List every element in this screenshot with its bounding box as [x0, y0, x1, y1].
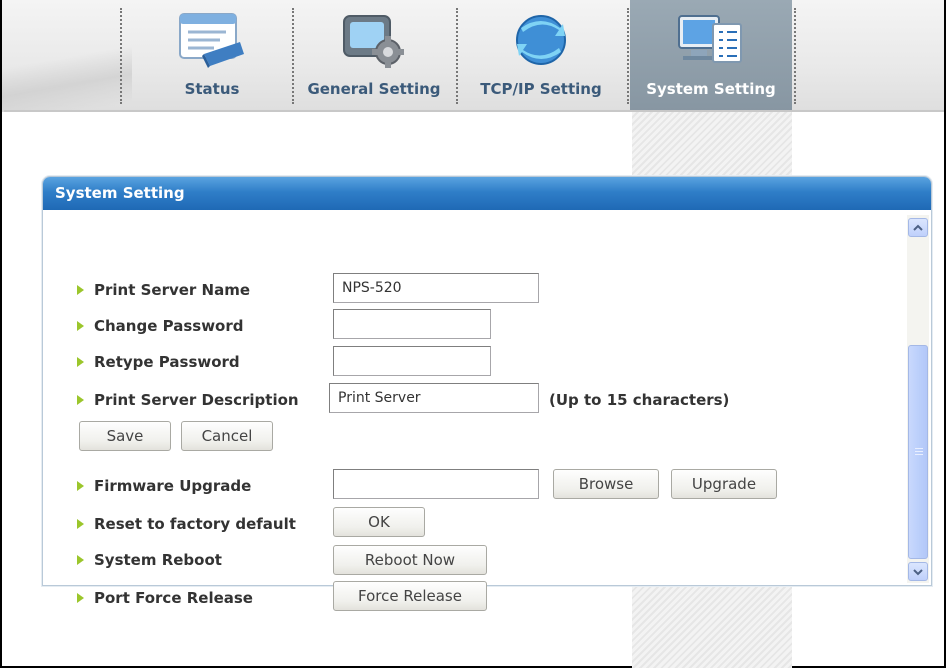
tab-separator — [794, 8, 796, 104]
tab-tcpip-label: TCP/IP Setting — [480, 80, 602, 98]
port-force-release-label: Port Force Release — [94, 589, 253, 607]
upgrade-button[interactable]: Upgrade — [671, 469, 777, 499]
panel-title: System Setting — [43, 177, 931, 210]
tab-tcpip-setting[interactable]: TCP/IP Setting — [458, 0, 624, 112]
bullet-arrow-icon — [77, 395, 84, 405]
chevron-down-icon — [913, 568, 923, 575]
bullet-arrow-icon — [77, 593, 84, 603]
reset-factory-label: Reset to factory default — [94, 515, 296, 533]
tcpip-icon — [503, 10, 579, 76]
tab-system-setting[interactable]: System Setting — [630, 0, 792, 112]
row-retype-password: Retype Password — [77, 347, 240, 377]
chevron-up-icon — [913, 224, 923, 231]
tab-status-label: Status — [184, 80, 240, 98]
bullet-arrow-icon — [77, 481, 84, 491]
row-print-server-description: Print Server Description — [77, 385, 299, 415]
row-print-server-name: Print Server Name — [77, 275, 250, 305]
print-server-name-label: Print Server Name — [94, 281, 251, 299]
vertical-scrollbar[interactable] — [907, 215, 929, 583]
scrollbar-thumb[interactable] — [908, 345, 928, 559]
bullet-arrow-icon — [77, 555, 84, 565]
description-length-note: (Up to 15 characters) — [549, 391, 730, 409]
tab-general-setting[interactable]: General Setting — [294, 0, 454, 112]
firmware-file-input[interactable] — [333, 469, 539, 499]
top-nav-bar: Status General Setting TCP/IP Setting Sy… — [2, 0, 944, 112]
tab-general-setting-label: General Setting — [307, 80, 441, 98]
change-password-label: Change Password — [94, 317, 244, 335]
tab-system-setting-label: System Setting — [646, 80, 776, 98]
cancel-button[interactable]: Cancel — [181, 421, 273, 451]
print-server-description-label: Print Server Description — [94, 391, 299, 409]
status-icon — [174, 10, 250, 76]
bullet-arrow-icon — [77, 285, 84, 295]
tab-separator — [627, 8, 629, 104]
thumb-grip — [915, 454, 923, 455]
tab-separator — [120, 8, 122, 104]
nav-divider — [4, 110, 944, 112]
firmware-upgrade-label: Firmware Upgrade — [94, 477, 252, 495]
save-button[interactable]: Save — [79, 421, 171, 451]
reset-ok-button[interactable]: OK — [333, 507, 425, 537]
row-firmware-upgrade: Firmware Upgrade — [77, 471, 251, 501]
change-password-input[interactable] — [333, 309, 491, 339]
decorative-swoosh — [2, 40, 132, 112]
bullet-arrow-icon — [77, 357, 84, 367]
row-reset-factory: Reset to factory default — [77, 509, 296, 539]
general-setting-icon — [336, 10, 412, 76]
thumb-grip — [915, 448, 923, 449]
browse-button[interactable]: Browse — [553, 469, 659, 499]
bullet-arrow-icon — [77, 321, 84, 331]
row-system-reboot: System Reboot — [77, 545, 222, 575]
system-setting-icon — [673, 10, 749, 76]
panel-body: Print Server Name NPS-520 Change Passwor… — [43, 211, 905, 611]
system-setting-panel: System Setting Print Server Name NPS-520… — [42, 176, 932, 611]
print-server-description-input[interactable]: Print Server — [329, 383, 539, 413]
retype-password-input[interactable] — [333, 346, 491, 376]
reboot-now-button[interactable]: Reboot Now — [333, 545, 487, 575]
system-reboot-label: System Reboot — [94, 551, 222, 569]
bullet-arrow-icon — [77, 519, 84, 529]
print-server-name-input[interactable]: NPS-520 — [333, 273, 539, 303]
force-release-button[interactable]: Force Release — [333, 581, 487, 611]
row-port-force-release: Port Force Release — [77, 583, 253, 613]
thumb-grip — [915, 451, 923, 452]
retype-password-label: Retype Password — [94, 353, 240, 371]
scroll-down-button[interactable] — [908, 562, 928, 581]
scroll-up-button[interactable] — [908, 218, 928, 237]
row-change-password: Change Password — [77, 311, 244, 341]
tab-status[interactable]: Status — [132, 0, 292, 112]
